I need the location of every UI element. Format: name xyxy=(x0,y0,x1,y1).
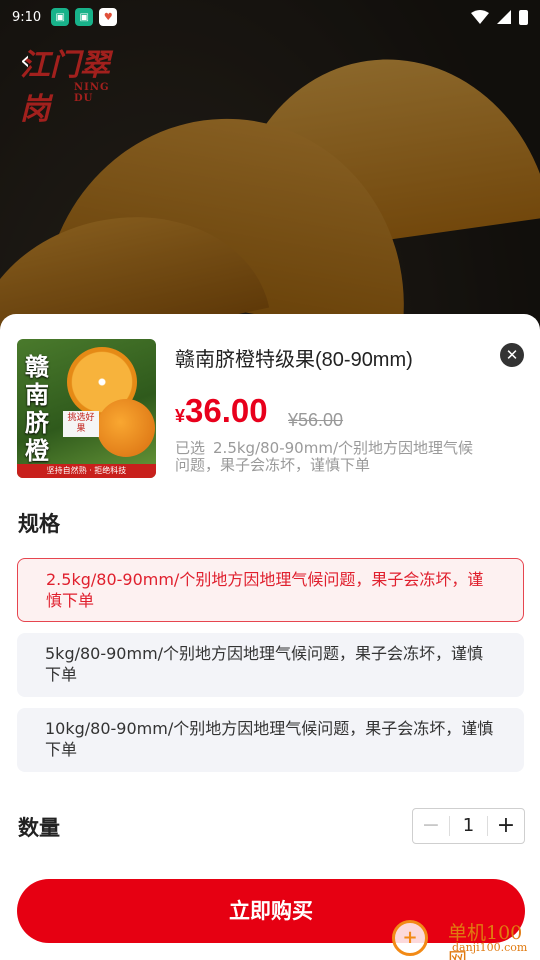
close-icon[interactable]: ✕ xyxy=(500,343,524,367)
status-time: 9:10 xyxy=(12,9,42,25)
spec-option-label: 5kg/80-90mm/个别地方因地理气候问题，果子会冻坏，谨慎下单 xyxy=(45,644,484,684)
app-notification-icon: ▣ xyxy=(51,8,70,26)
product-price: ¥36.00 xyxy=(175,392,268,430)
price-symbol: ¥ xyxy=(175,406,186,426)
spec-option-label: 2.5kg/80-90mm/个别地方因地理气候问题，果子会冻坏，谨慎下单 xyxy=(46,570,484,610)
status-bar: 9:10 ▣ ▣ ♥ xyxy=(0,0,540,34)
thumb-strip: 坚持自然熟 · 拒绝科技 xyxy=(17,464,156,478)
spec-option-selected[interactable]: 2.5kg/80-90mm/个别地方因地理气候问题，果子会冻坏，谨慎下单 xyxy=(17,558,524,622)
thumb-vertical-text: 赣南脐橙 xyxy=(25,353,49,465)
spec-option[interactable]: 10kg/80-90mm/个别地方因地理气候问题，果子会冻坏，谨慎下单 xyxy=(17,708,524,772)
quantity-value[interactable]: 1 xyxy=(449,816,488,836)
battery-icon xyxy=(519,9,528,25)
selected-value: 2.5kg/80-90mm/个别地方因地理气候问题，果子会冻坏，谨慎下单 xyxy=(175,439,473,474)
quantity-title: 数量 xyxy=(18,816,60,840)
selected-label: 已选 xyxy=(175,439,206,457)
spec-option[interactable]: 5kg/80-90mm/个别地方因地理气候问题，果子会冻坏，谨慎下单 xyxy=(17,633,524,697)
watermark-logo-icon: + xyxy=(392,920,428,956)
price-value: 36.00 xyxy=(185,392,268,429)
product-title: 赣南脐橙特级果(80-90mm) xyxy=(175,349,413,371)
selected-spec-summary: 已选 2.5kg/80-90mm/个别地方因地理气候问题，果子会冻坏，谨慎下单 xyxy=(175,440,485,474)
app-notification-icon: ♥ xyxy=(99,8,118,26)
watermark-url: danji100.com xyxy=(452,941,528,954)
logo-subtext: NING DU xyxy=(74,82,110,104)
wifi-icon xyxy=(471,10,489,24)
watermark: + 单机100网 danji100.com xyxy=(390,908,540,960)
product-thumbnail: 赣南脐橙 挑选好果 坚持自然熟 · 拒绝科技 xyxy=(17,339,156,478)
quantity-stepper: − 1 + xyxy=(412,808,525,844)
signal-icon xyxy=(497,10,511,24)
back-icon[interactable]: ‹ xyxy=(20,46,50,76)
increment-button[interactable]: + xyxy=(488,809,524,843)
original-price: ¥56.00 xyxy=(288,410,344,430)
sku-selection-sheet: 赣南脐橙 挑选好果 坚持自然熟 · 拒绝科技 赣南脐橙特级果(80-90mm) … xyxy=(0,314,540,960)
spec-section-title: 规格 xyxy=(18,512,60,536)
app-notification-icon: ▣ xyxy=(75,8,94,26)
spec-option-label: 10kg/80-90mm/个别地方因地理气候问题，果子会冻坏，谨慎下单 xyxy=(45,719,494,759)
thumb-tag: 挑选好果 xyxy=(63,411,99,437)
decrement-button[interactable]: − xyxy=(413,809,449,843)
